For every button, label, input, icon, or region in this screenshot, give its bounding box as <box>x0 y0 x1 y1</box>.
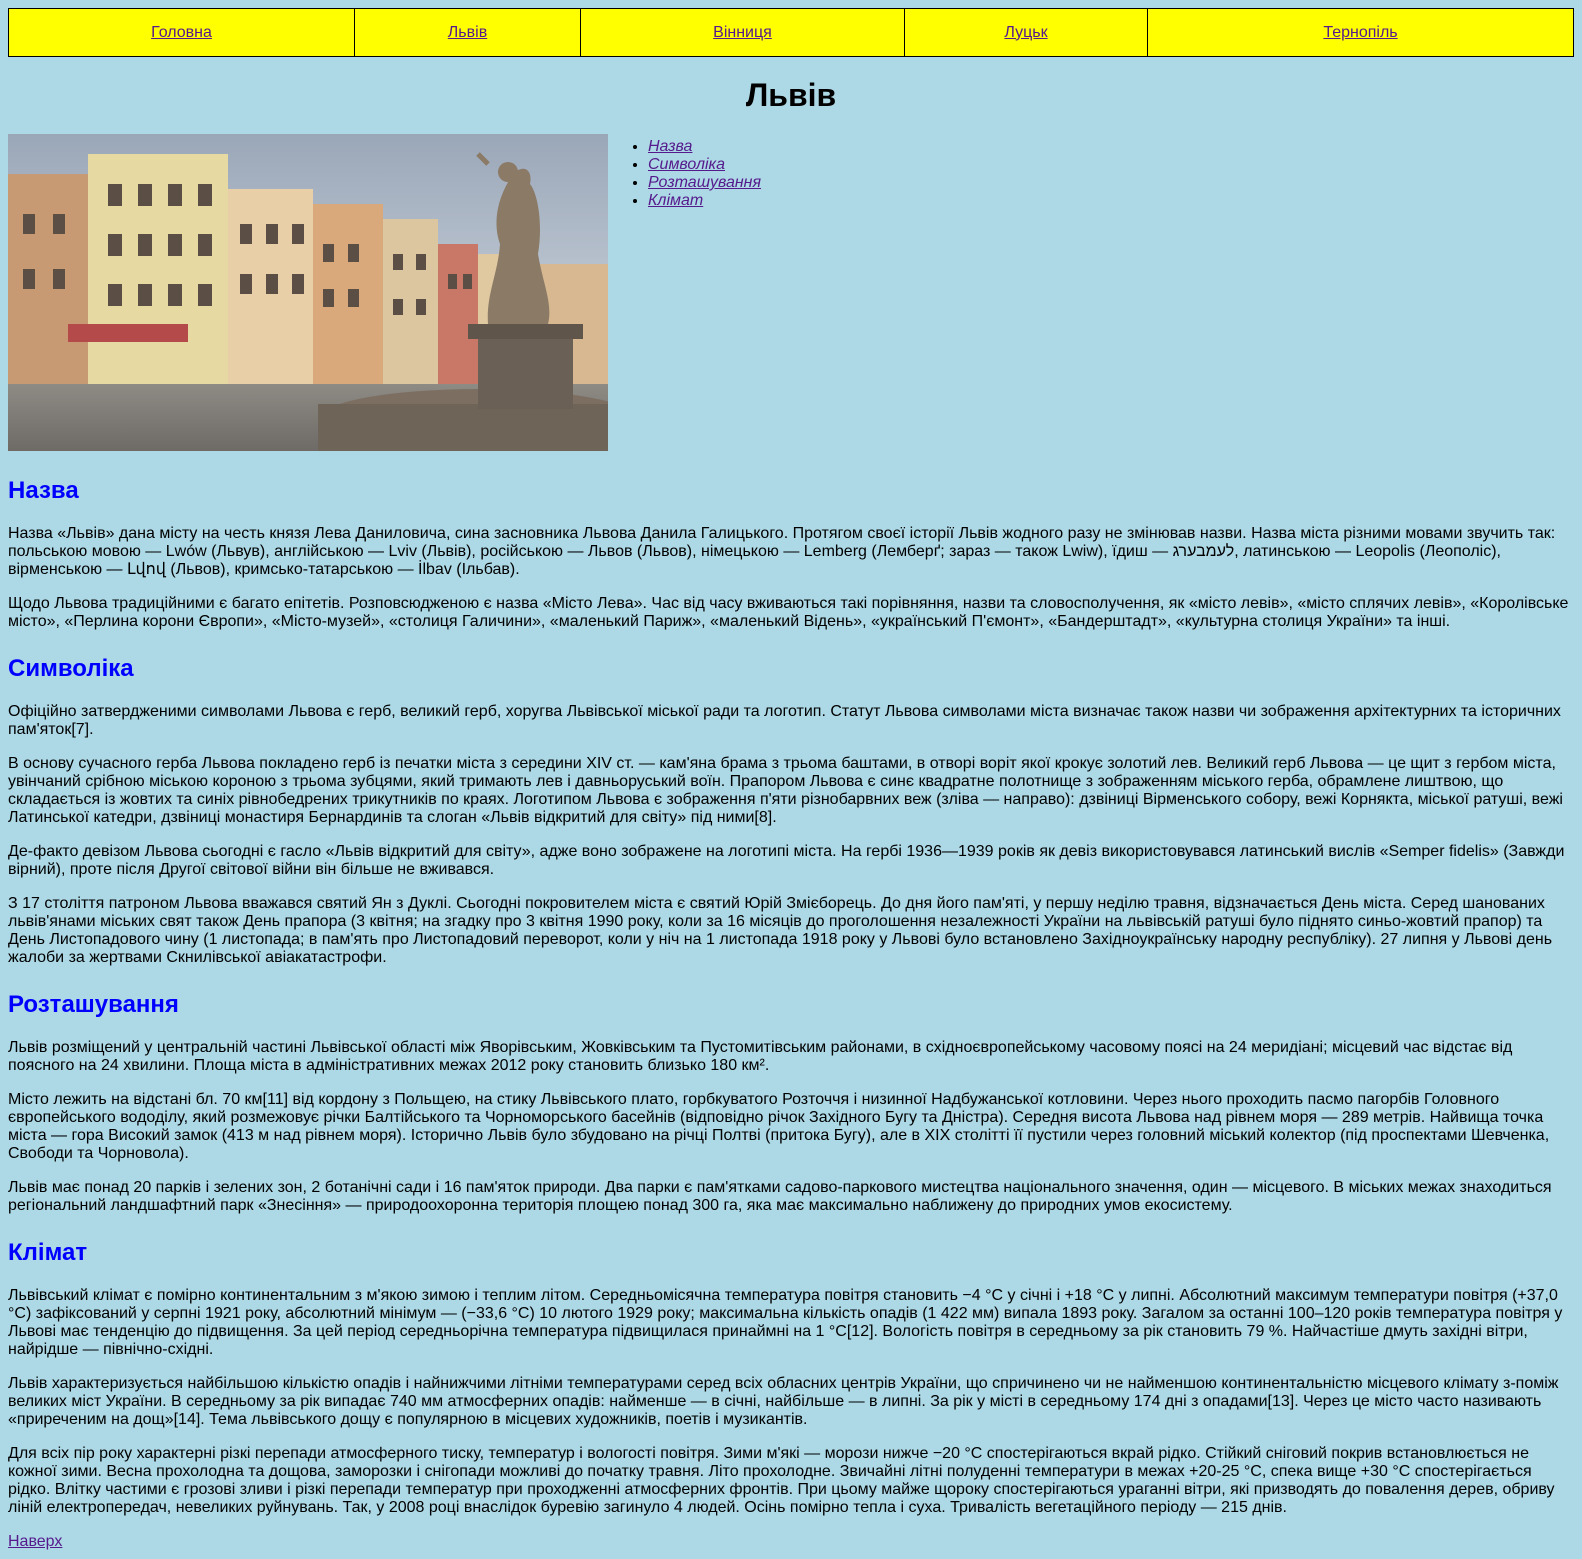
section-paragraph: Для всіх пір року характерні різкі переп… <box>8 1445 1555 1516</box>
section-heading: Клімат <box>8 1239 88 1266</box>
section-heading: Назва <box>8 477 79 504</box>
intro-row: Назва Символіка Розташування Клімат <box>8 134 1574 451</box>
section-paragraph: З 17 століття патроном Львова вважався с… <box>8 895 1553 966</box>
section-name: Назва Назва «Львів» дана місту на честь … <box>8 477 1574 631</box>
toc-item: Символіка <box>648 156 761 174</box>
toc-link-name[interactable]: Назва <box>648 138 692 155</box>
toc-link-symbols[interactable]: Символіка <box>648 156 725 173</box>
section-paragraph: Львів розміщений у центральній частині Л… <box>8 1039 1513 1074</box>
toc-item: Назва <box>648 138 761 156</box>
toc-link-climate[interactable]: Клімат <box>648 192 703 209</box>
section-heading: Розташування <box>8 991 179 1018</box>
table-of-contents: Назва Символіка Розташування Клімат <box>608 138 761 210</box>
back-to-top-link[interactable]: Наверх <box>8 1533 62 1550</box>
page: Головна Львів Вінниця Луцьк Тернопіль Ль… <box>0 0 1582 1559</box>
nav-link-vinnytsia[interactable]: Вінниця <box>713 24 772 41</box>
nav-link-lutsk[interactable]: Луцьк <box>1004 24 1047 41</box>
section-paragraph: Офіційно затвердженими символами Львова … <box>8 703 1561 738</box>
city-square-image <box>8 134 608 451</box>
section-paragraph: Де-факто девізом Львова сьогодні є гасло… <box>8 843 1565 878</box>
toc-link-location[interactable]: Розташування <box>648 174 761 191</box>
section-climate: Клімат Львівський клімат є помірно конти… <box>8 1239 1574 1517</box>
top-navigation: Головна Львів Вінниця Луцьк Тернопіль <box>8 8 1574 57</box>
section-heading: Символіка <box>8 655 134 682</box>
nav-link-home[interactable]: Головна <box>151 24 212 41</box>
toc-item: Розташування <box>648 174 761 192</box>
section-paragraph: Місто лежить на відстані бл. 70 км[11] в… <box>8 1091 1550 1162</box>
section-symbols: Символіка Офіційно затвердженими символа… <box>8 655 1574 967</box>
page-title: Львів <box>745 77 837 113</box>
section-location: Розташування Львів розміщений у централь… <box>8 991 1574 1215</box>
nav-cell-vinnytsia: Вінниця <box>580 8 905 57</box>
city-photo <box>8 134 608 451</box>
nav-cell-ternopil: Тернопіль <box>1147 8 1574 57</box>
section-paragraph: В основу сучасного герба Львова покладен… <box>8 755 1563 826</box>
section-paragraph: Львівський клімат є помірно континенталь… <box>8 1287 1563 1358</box>
nav-cell-lviv: Львів <box>354 8 581 57</box>
nav-link-ternopil[interactable]: Тернопіль <box>1323 24 1397 41</box>
nav-cell-home: Головна <box>8 8 355 57</box>
nav-link-lviv[interactable]: Львів <box>448 24 487 41</box>
section-paragraph: Львів характеризується найбільшою кількі… <box>8 1375 1559 1428</box>
section-paragraph: Назва «Львів» дана місту на честь князя … <box>8 525 1556 578</box>
nav-cell-lutsk: Луцьк <box>904 8 1148 57</box>
section-paragraph: Щодо Львова традиційними є багато епітет… <box>8 595 1569 630</box>
toc-item: Клімат <box>648 192 761 210</box>
section-paragraph: Львів має понад 20 парків і зелених зон,… <box>8 1179 1552 1214</box>
